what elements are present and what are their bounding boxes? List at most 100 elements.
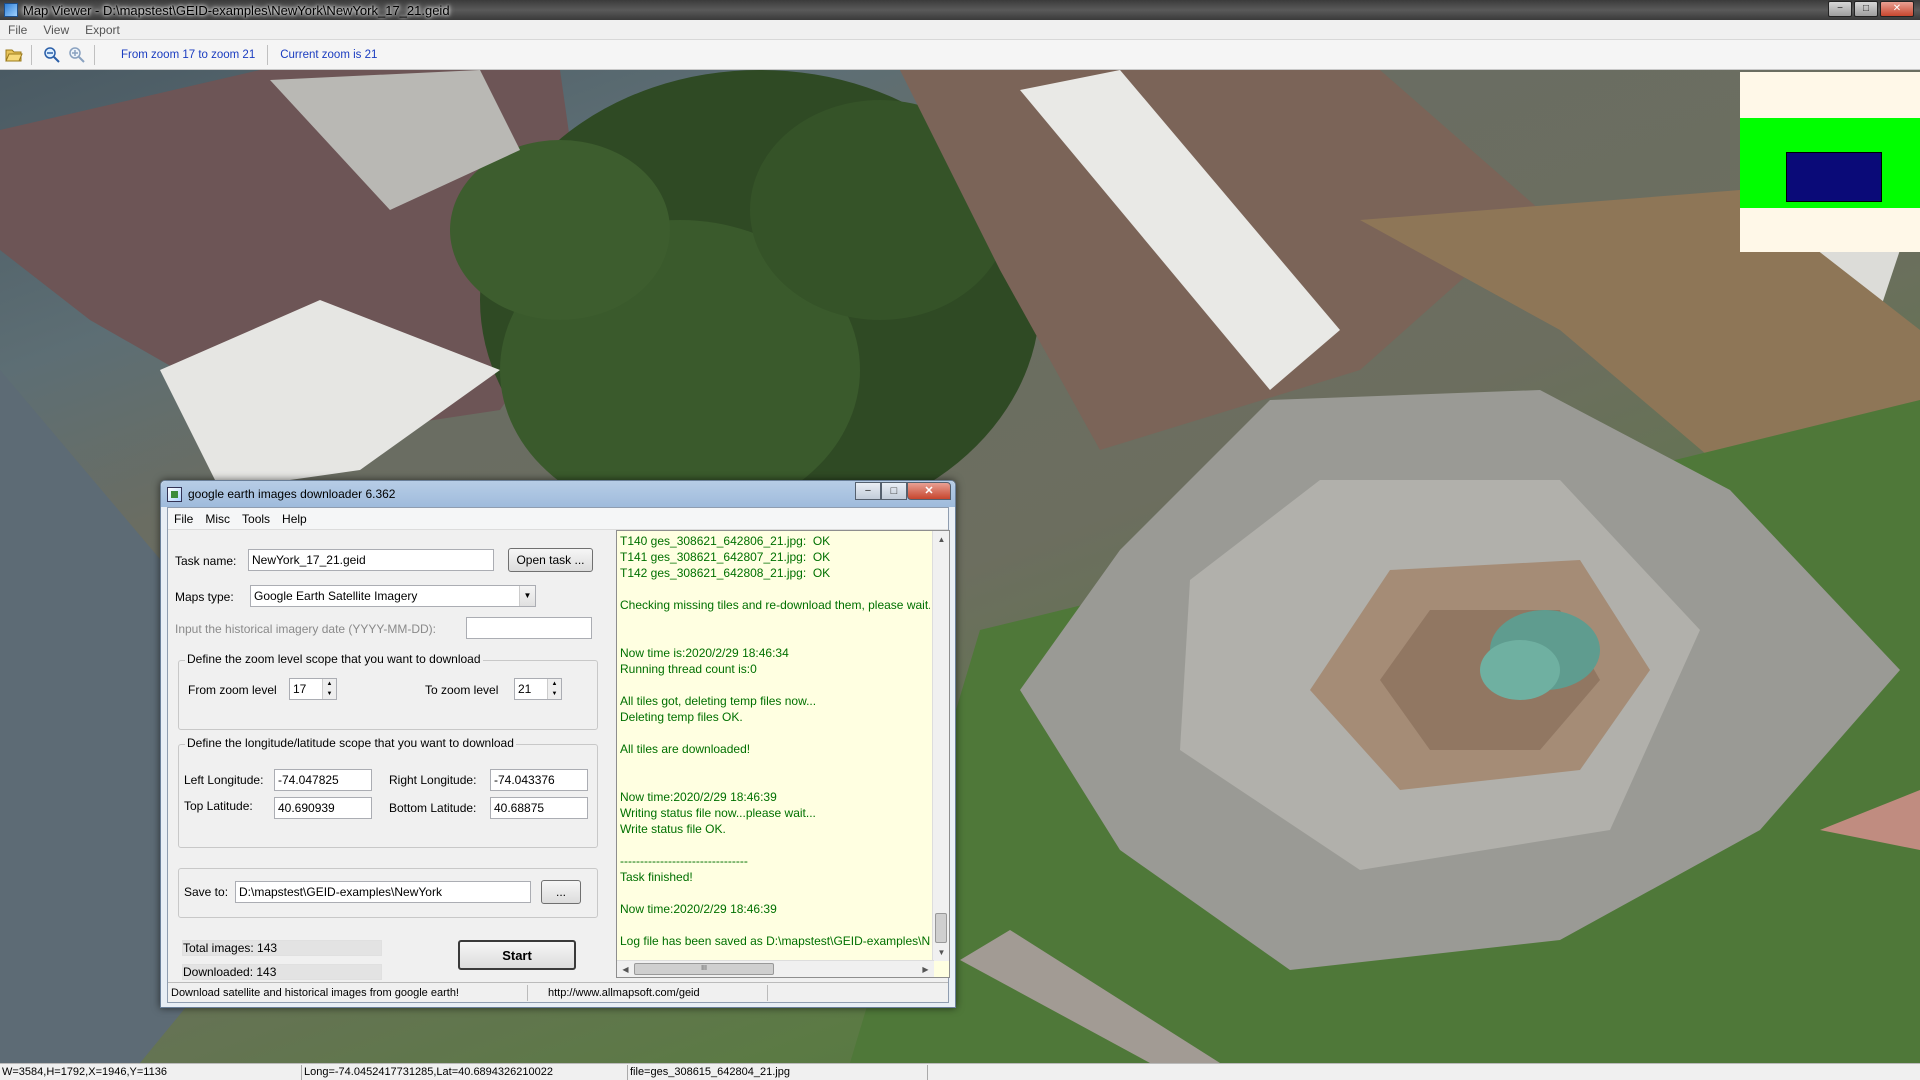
save-to-label: Save to: (184, 885, 229, 899)
dialog-statusbar: Download satellite and historical images… (168, 982, 948, 1002)
save-to-input[interactable]: D:\mapstest\GEID-examples\NewYork (235, 881, 531, 903)
log-line: Running thread count is:0 (620, 662, 757, 676)
right-longitude-label: Right Longitude: (389, 773, 477, 787)
log-line: Task finished! (620, 870, 693, 884)
log-line: T142 ges_308621_642808_21.jpg: OK (620, 566, 831, 580)
window-titlebar: Map Viewer - D:\mapstest\GEID-examples\N… (0, 0, 1920, 20)
from-zoom-label: From zoom level (188, 683, 277, 697)
right-longitude-input[interactable]: -74.043376 (490, 769, 588, 791)
lonlat-scope-group: Define the longitude/latitude scope that… (178, 736, 598, 848)
from-zoom-value: 17 (293, 682, 307, 696)
maximize-button[interactable]: □ (1854, 1, 1878, 17)
dialog-body: File Misc Tools Help Task name: NewYork_… (167, 507, 950, 1003)
maps-type-label: Maps type: (175, 590, 234, 604)
dialog-menu-misc[interactable]: Misc (199, 512, 236, 526)
bottom-latitude-input[interactable]: 40.68875 (490, 797, 588, 819)
lonlat-scope-title: Define the longitude/latitude scope that… (185, 736, 516, 750)
top-latitude-label: Top Latitude: (184, 799, 253, 813)
menubar: File View Export (0, 20, 1920, 40)
maps-type-select[interactable]: Google Earth Satellite Imagery ▼ (250, 585, 536, 607)
log-line: Deleting temp files OK. (620, 710, 743, 724)
zoom-out-icon[interactable] (41, 44, 63, 66)
dialog-maximize-button[interactable]: □ (881, 482, 907, 500)
open-task-button[interactable]: Open task ... (508, 548, 593, 572)
current-zoom-text: Current zoom is 21 (280, 48, 378, 61)
scroll-up-icon[interactable]: ▲ (933, 531, 949, 548)
log-line: Checking missing tiles and re-download t… (620, 598, 930, 612)
to-zoom-spinner[interactable]: 21 ▲ ▼ (514, 678, 562, 700)
window-title: Map Viewer - D:\mapstest\GEID-examples\N… (23, 2, 450, 18)
menu-view[interactable]: View (35, 23, 77, 37)
spinner-arrows-icon[interactable]: ▲ ▼ (322, 679, 336, 699)
scroll-left-icon[interactable]: ◀ (617, 961, 634, 977)
top-latitude-input[interactable]: 40.690939 (274, 797, 372, 819)
dialog-window-controls: − □ ✕ (855, 482, 951, 500)
dialog-status-url: http://www.allmapsoft.com/geid (528, 984, 768, 1001)
app-icon (4, 3, 18, 17)
dialog-menu-file[interactable]: File (168, 512, 199, 526)
log-line: All tiles got, deleting temp files now..… (620, 694, 817, 708)
folder-open-icon[interactable] (3, 44, 25, 66)
browse-button[interactable]: ... (541, 880, 581, 904)
scroll-down-icon[interactable]: ▼ (933, 944, 949, 961)
zoom-in-icon[interactable] (66, 44, 88, 66)
task-name-label: Task name: (175, 554, 237, 568)
total-images-label: Total images: 143 (183, 941, 278, 955)
dialog-menubar: File Misc Tools Help (168, 508, 948, 530)
dialog-titlebar[interactable]: google earth images downloader 6.362 − □… (161, 481, 955, 507)
history-date-input[interactable] (466, 617, 592, 639)
log-line: Now time is:2020/2/29 18:46:34 (620, 646, 789, 660)
menu-export[interactable]: Export (77, 23, 128, 37)
log-line: Write status file OK. (620, 822, 726, 836)
status-file: file=ges_308615_642804_21.jpg (628, 1064, 928, 1080)
overview-viewport (1786, 152, 1882, 202)
spinner-arrows-icon[interactable]: ▲ ▼ (547, 679, 561, 699)
downloader-dialog: google earth images downloader 6.362 − □… (160, 480, 956, 1008)
left-longitude-label: Left Longitude: (184, 773, 264, 787)
zoom-scope-title: Define the zoom level scope that you wan… (185, 652, 483, 666)
toolbar: From zoom 17 to zoom 21 Current zoom is … (0, 40, 1920, 70)
dialog-title: google earth images downloader 6.362 (188, 487, 396, 501)
dialog-status-description: Download satellite and historical images… (168, 984, 528, 1001)
dialog-close-button[interactable]: ✕ (907, 482, 951, 500)
scroll-thumb[interactable]: III (634, 963, 774, 975)
log-textarea[interactable]: T140 ges_308621_642806_21.jpg: OK T141 ge… (616, 530, 950, 978)
bottom-latitude-label: Bottom Latitude: (389, 801, 477, 815)
start-button[interactable]: Start (458, 940, 576, 970)
toolbar-separator (31, 44, 32, 65)
chevron-down-icon[interactable]: ▼ (519, 586, 535, 606)
maps-type-value: Google Earth Satellite Imagery (254, 589, 418, 603)
log-line: Now time:2020/2/29 18:46:39 (620, 902, 777, 916)
dialog-minimize-button[interactable]: − (855, 482, 881, 500)
log-line: All tiles are downloaded! (620, 742, 751, 756)
log-line: T141 ges_308621_642807_21.jpg: OK (620, 550, 831, 564)
menu-file[interactable]: File (0, 23, 35, 37)
log-line: T140 ges_308621_642806_21.jpg: OK (620, 534, 831, 548)
to-zoom-label: To zoom level (425, 683, 499, 697)
scroll-thumb[interactable] (935, 913, 947, 943)
dialog-menu-help[interactable]: Help (276, 512, 313, 526)
close-button[interactable]: ✕ (1880, 1, 1914, 17)
minimize-button[interactable]: − (1828, 1, 1852, 17)
log-horizontal-scrollbar[interactable]: ◀ III ▶ (617, 960, 934, 977)
status-coordinates: Long=-74.0452417731285,Lat=40.6894326210… (302, 1064, 628, 1080)
downloaded-label: Downloaded: 143 (183, 965, 277, 979)
dialog-app-icon (167, 486, 182, 502)
dialog-menu-tools[interactable]: Tools (236, 512, 276, 526)
overview-box[interactable] (1740, 72, 1920, 252)
from-zoom-spinner[interactable]: 17 ▲ ▼ (289, 678, 337, 700)
log-vertical-scrollbar[interactable]: ▲ ▼ (932, 531, 949, 961)
history-date-label: Input the historical imagery date (YYYY-… (175, 622, 436, 636)
task-name-input[interactable]: NewYork_17_21.geid (248, 549, 494, 571)
status-dimensions: W=3584,H=1792,X=1946,Y=1136 (0, 1064, 302, 1080)
left-longitude-input[interactable]: -74.047825 (274, 769, 372, 791)
scroll-right-icon[interactable]: ▶ (917, 961, 934, 977)
toolbar-separator (267, 44, 269, 65)
